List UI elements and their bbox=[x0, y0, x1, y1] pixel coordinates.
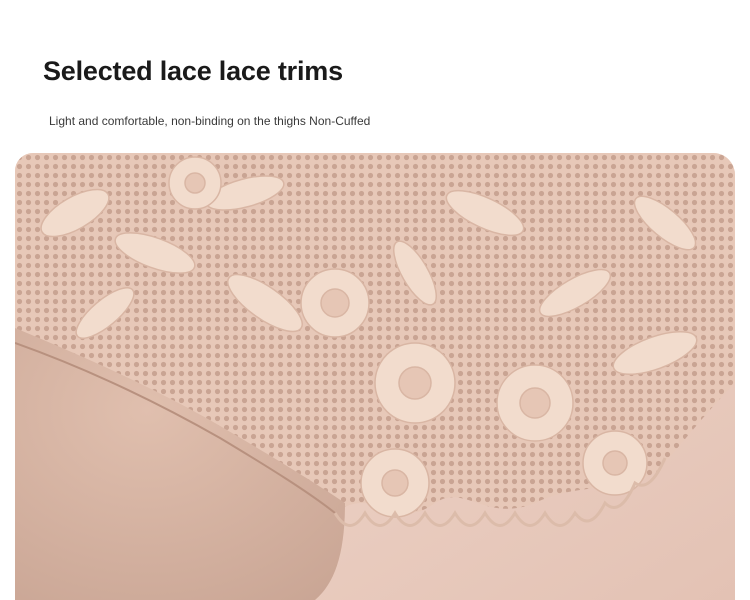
section-title: Selected lace lace trims bbox=[43, 56, 343, 86]
lace-flower bbox=[360, 448, 430, 518]
lace-flower bbox=[300, 268, 370, 338]
lace-trim-photo bbox=[15, 153, 735, 600]
lace-photo-illustration bbox=[15, 153, 735, 600]
section-subtitle: Light and comfortable, non-binding on th… bbox=[49, 114, 371, 128]
product-detail-page: Selected lace lace trims Light and comfo… bbox=[0, 0, 750, 600]
lace-flower bbox=[496, 364, 574, 442]
lace-flower bbox=[168, 156, 222, 210]
lace-flower bbox=[374, 342, 456, 424]
